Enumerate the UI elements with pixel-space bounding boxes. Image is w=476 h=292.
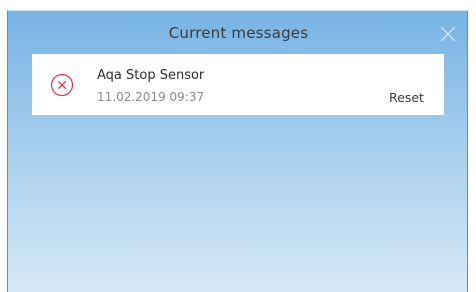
message-timestamp: 11.02.2019 09:37 — [97, 90, 205, 104]
current-messages-dialog: Current messages Aqa Stop Sensor 11.02.2… — [7, 10, 468, 292]
dialog-title: Current messages — [168, 24, 309, 42]
reset-button[interactable]: Reset — [389, 90, 424, 105]
error-circle-x-icon — [50, 73, 74, 97]
message-item: Aqa Stop Sensor 11.02.2019 09:37 Reset — [32, 54, 444, 115]
close-icon[interactable] — [440, 26, 456, 42]
message-title: Aqa Stop Sensor — [97, 68, 205, 83]
